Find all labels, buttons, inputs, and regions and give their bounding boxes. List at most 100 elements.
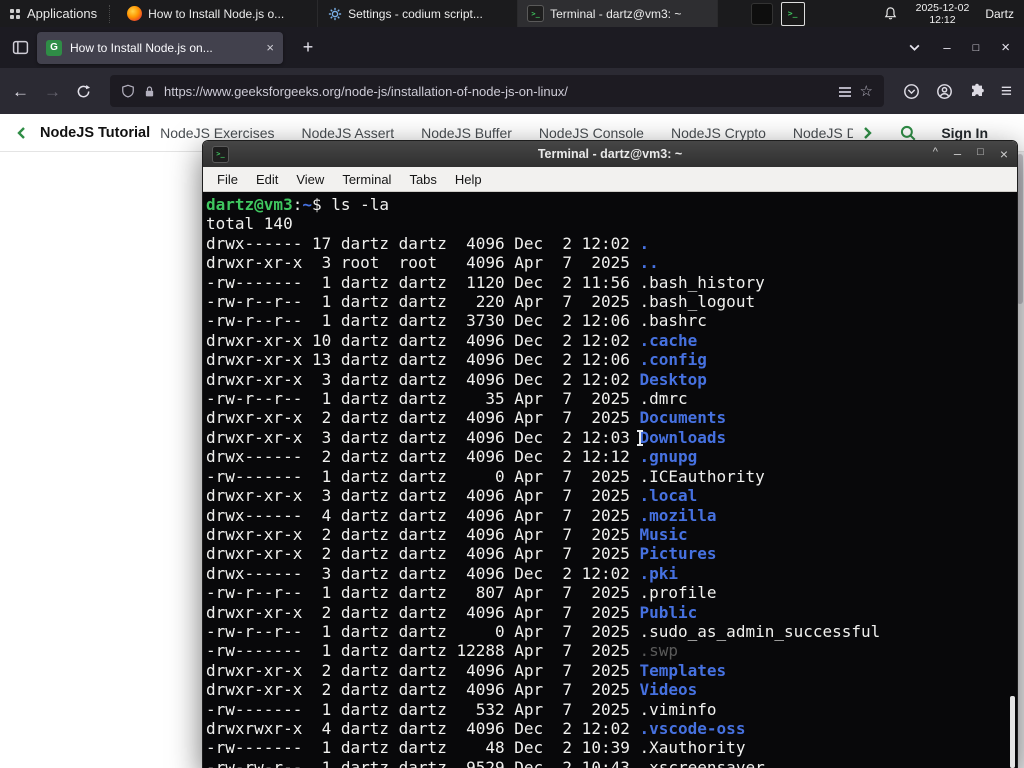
terminal-scrollbar-thumb[interactable] [1010,696,1015,768]
file-meta: -rw------- 1 dartz dartz 0 Apr 7 2025 [206,466,640,486]
terminal-line: -rw------- 1 dartz dartz 1120 Dec 2 11:5… [206,273,1017,292]
tab-bar: G How to Install Node.js on... × + – □ × [0,27,1024,68]
terminal-line: drwxrwxr-x 4 dartz dartz 4096 Dec 2 12:0… [206,719,1017,738]
file-meta: -rw-r--r-- 1 dartz dartz 35 Apr 7 2025 [206,389,640,409]
file-name: .gnupg [639,447,698,467]
terminal-line: drwxr-xr-x 3 dartz dartz 4096 Dec 2 12:0… [206,370,1017,389]
scroll-right-chevron-icon[interactable] [859,125,875,141]
terminal-line: -rw-r--r-- 1 dartz dartz 220 Apr 7 2025 … [206,292,1017,311]
reload-button[interactable] [76,84,91,99]
terminal-line: drwxr-xr-x 3 dartz dartz 4096 Apr 7 2025… [206,486,1017,505]
menu-icon[interactable]: ≡ [1001,82,1012,101]
terminal-line: drwxr-xr-x 2 dartz dartz 4096 Apr 7 2025… [206,680,1017,699]
nav-item[interactable]: NodeJS DNS [793,125,853,141]
terminal-total-line: total 140 [206,214,293,234]
file-name: Public [639,602,698,622]
file-meta: drwxr-xr-x 3 root root 4096 Apr 7 2025 [206,253,640,273]
scroll-left-chevron-icon[interactable] [14,125,30,141]
desktop: Applications How to Install Node.js o...… [0,0,1024,768]
terminal-line: -rw-r--r-- 1 dartz dartz 0 Apr 7 2025 .s… [206,622,1017,641]
terminal-maximize-button[interactable]: □ [977,147,984,161]
tracking-shield-icon[interactable] [121,84,135,98]
tray-terminal-icon[interactable]: >_ [780,1,805,26]
lock-icon[interactable] [143,85,156,98]
browser-tab[interactable]: G How to Install Node.js on... × [37,31,283,64]
shade-button[interactable]: ^ [933,147,938,161]
notification-bell-icon[interactable] [883,6,898,21]
sign-in-button[interactable]: Sign In [941,125,988,141]
extensions-icon[interactable] [969,83,985,99]
terminal-menu-terminal[interactable]: Terminal [333,172,400,187]
terminal-output[interactable]: dartz@vm3:~$ ls -la total 140 drwx------ 1… [203,192,1017,768]
file-meta: drwxr-xr-x 2 dartz dartz 4096 Apr 7 2025 [206,660,640,680]
user-menu[interactable]: Dartz [977,7,1024,21]
url-bar[interactable]: https://www.geeksforgeeks.org/node-js/in… [110,75,884,107]
file-meta: -rw-r--r-- 1 dartz dartz 0 Apr 7 2025 [206,621,640,641]
terminal-icon: >_ [527,5,545,22]
clock-time: 12:12 [929,13,956,26]
file-name: .vscode-oss [639,718,746,738]
terminal-line: drwxr-xr-x 3 dartz dartz 4096 Dec 2 12:0… [206,428,1017,447]
reader-view-icon[interactable] [839,85,852,97]
terminal-line: drwxr-xr-x 13 dartz dartz 4096 Dec 2 12:… [206,350,1017,369]
nav-item-active[interactable]: NodeJS Tutorial [40,125,150,141]
file-meta: drwxr-xr-x 13 dartz dartz 4096 Dec 2 12:… [206,350,640,370]
terminal-menu-tabs[interactable]: Tabs [400,172,445,187]
nav-item[interactable]: NodeJS Assert [302,125,395,141]
file-name: .ICEauthority [639,466,765,486]
clock-date: 2025-12-02 [915,1,970,14]
maximize-button[interactable]: □ [973,42,980,54]
nav-item[interactable]: NodeJS Buffer [421,125,512,141]
tab-close-icon[interactable]: × [264,40,274,55]
file-name: .dmrc [639,389,688,409]
file-meta: -rw------- 1 dartz dartz 12288 Apr 7 202… [206,641,640,661]
url-text: https://www.geeksforgeeks.org/node-js/in… [164,83,568,99]
file-meta: -rw------- 1 dartz dartz 1120 Dec 2 11:5… [206,272,640,292]
taskbar-item-title: Settings - codium script... [348,6,483,21]
file-name: .pki [639,563,679,583]
terminal-line: drwxr-xr-x 10 dartz dartz 4096 Dec 2 12:… [206,331,1017,350]
search-icon[interactable] [899,124,917,142]
nav-item[interactable]: NodeJS Console [539,125,644,141]
tray-window-icon[interactable] [750,2,773,25]
clock[interactable]: 2025-12-02 12:12 [908,2,978,26]
file-meta: drwxr-xr-x 2 dartz dartz 4096 Apr 7 2025 [206,602,640,622]
minimize-button[interactable]: – [943,40,950,55]
terminal-titlebar[interactable]: >_ Terminal - dartz@vm3: ~ ^ – □ × [203,141,1017,167]
new-tab-button[interactable]: + [295,37,321,58]
forward-button[interactable]: → [44,83,61,100]
navigation-toolbar: ← → https://www.geeksforgeeks.org/node-j… [0,68,1024,114]
terminal-close-button[interactable]: × [1000,147,1008,161]
terminal-line: -rw------- 1 dartz dartz 0 Apr 7 2025 .I… [206,467,1017,486]
back-button[interactable]: ← [12,83,29,100]
nav-item[interactable]: NodeJS Exercises [160,125,274,141]
bookmark-star-icon[interactable]: ☆ [859,84,872,99]
terminal-menu-help[interactable]: Help [446,172,491,187]
mouse-cursor [635,430,644,446]
close-button[interactable]: × [1001,39,1010,56]
firefox-view-icon[interactable] [12,39,29,56]
file-name: .bashrc [639,311,707,331]
file-name: .bash_history [639,272,765,292]
taskbar-item[interactable]: Settings - codium script... [318,0,519,27]
terminal-line: -rw-r--r-- 1 dartz dartz 3730 Dec 2 12:0… [206,311,1017,330]
applications-menu[interactable]: Applications [0,0,107,27]
terminal-minimize-button[interactable]: – [954,147,961,161]
file-name: .cache [639,330,698,350]
terminal-line: drwxr-xr-x 2 dartz dartz 4096 Apr 7 2025… [206,544,1017,563]
prompt-user-host: dartz@vm3 [206,195,293,214]
taskbar-item[interactable]: >_ Terminal - dartz@vm3: ~ [518,0,719,27]
terminal-menu-file[interactable]: File [208,172,247,187]
terminal-menu-view[interactable]: View [287,172,333,187]
pocket-icon[interactable] [903,83,920,100]
terminal-line: drwxr-xr-x 2 dartz dartz 4096 Apr 7 2025… [206,525,1017,544]
terminal-line: drwx------ 2 dartz dartz 4096 Dec 2 12:1… [206,447,1017,466]
file-meta: -rw-r--r-- 1 dartz dartz 3730 Dec 2 12:0… [206,311,640,331]
account-icon[interactable] [936,83,953,100]
terminal-menu-edit[interactable]: Edit [247,172,287,187]
list-tabs-chevron-icon[interactable] [908,41,921,54]
nav-item[interactable]: NodeJS Crypto [671,125,766,141]
taskbar-item[interactable]: How to Install Node.js o... [118,0,319,27]
file-meta: drwxr-xr-x 2 dartz dartz 4096 Apr 7 2025 [206,408,640,428]
file-name: .viminfo [639,699,717,719]
